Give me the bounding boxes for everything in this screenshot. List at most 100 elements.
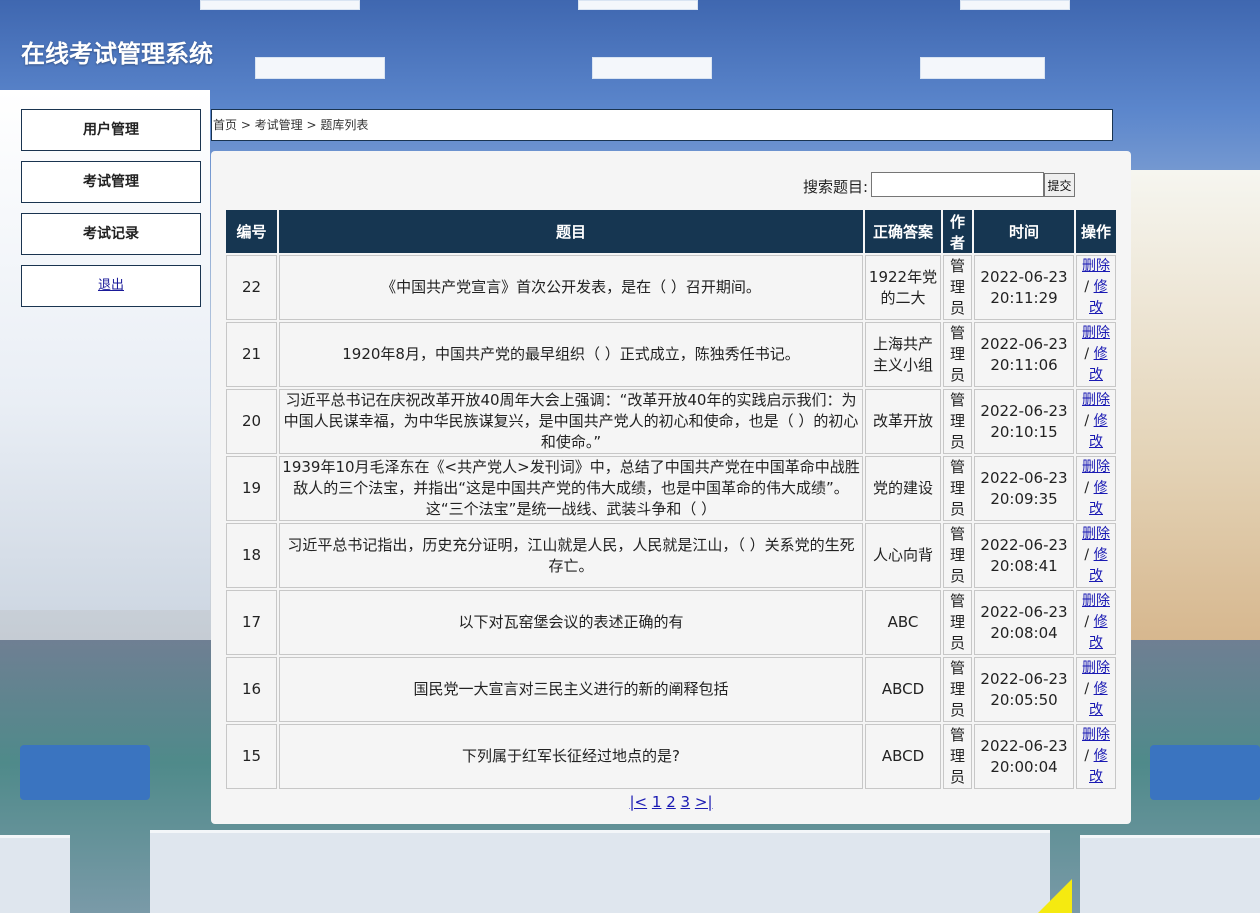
logout-link[interactable]: 退出 — [98, 278, 124, 293]
cell-clock: 20:08:41 — [990, 556, 1058, 575]
cell-answer: 党的建设 — [865, 456, 941, 521]
cell-time: 2022-06-23 20:09:35 — [974, 456, 1074, 521]
site-title: 在线考试管理系统 — [21, 40, 213, 68]
cell-date: 2022-06-23 — [980, 468, 1068, 487]
table-header-row: 编号 题目 正确答案 作者 时间 操作 — [226, 210, 1116, 253]
question-table-wrapper: 编号 题目 正确答案 作者 时间 操作 22 《中国共产党宣言》首次公开发表，是在… — [225, 209, 1117, 790]
cell-time: 2022-06-23 20:05:50 — [974, 657, 1074, 722]
cell-id: 17 — [226, 590, 277, 655]
edit-link[interactable]: 修改 — [1089, 547, 1108, 584]
edit-link[interactable]: 修改 — [1089, 346, 1108, 383]
cell-clock: 20:11:29 — [990, 288, 1058, 307]
cell-author: 管理员 — [943, 389, 972, 454]
ops-separator: / — [1084, 279, 1090, 295]
search-label: 搜索题目: — [803, 178, 869, 196]
table-row: 15 下列属于红军长征经过地点的是? ABCD 管理员 2022-06-23 20:00:… — [226, 724, 1116, 789]
cell-author: 管理员 — [943, 657, 972, 722]
cell-date: 2022-06-23 — [980, 669, 1068, 688]
cell-id: 21 — [226, 322, 277, 387]
cell-id: 15 — [226, 724, 277, 789]
cell-id: 16 — [226, 657, 277, 722]
header-answer: 正确答案 — [865, 210, 941, 253]
sidebar-item-logout[interactable]: 退出 — [21, 265, 201, 307]
main-panel: 搜索题目: 提交 编号 题目 正确答案 作者 时间 操作 22 《中国共产党宣言》… — [211, 151, 1131, 824]
pager-page-1[interactable]: 1 — [652, 793, 662, 811]
table-row: 22 《中国共产党宣言》首次公开发表，是在（ ）召开期间。 1922年党的二大 管理员… — [226, 255, 1116, 320]
cell-answer: ABC — [865, 590, 941, 655]
cell-question: 习近平总书记在庆祝改革开放40周年大会上强调：“改革开放40年的实践启示我们：为… — [279, 389, 863, 454]
table-row: 20 习近平总书记在庆祝改革开放40周年大会上强调：“改革开放40年的实践启示我们… — [226, 389, 1116, 454]
cell-id: 19 — [226, 456, 277, 521]
pager-page-3[interactable]: 3 — [681, 793, 691, 811]
edit-link[interactable]: 修改 — [1089, 614, 1108, 651]
cell-answer: 上海共产主义小组 — [865, 322, 941, 387]
table-row: 21 1920年8月，中国共产党的最早组织（ ）正式成立，陈独秀任书记。 上海共产主… — [226, 322, 1116, 387]
ops-separator: / — [1084, 346, 1090, 362]
question-table: 编号 题目 正确答案 作者 时间 操作 22 《中国共产党宣言》首次公开发表，是在… — [225, 209, 1117, 790]
edit-link[interactable]: 修改 — [1089, 681, 1108, 718]
cell-author: 管理员 — [943, 255, 972, 320]
ops-separator: / — [1084, 614, 1090, 630]
cell-question: 国民党一大宣言对三民主义进行的新的阐释包括 — [279, 657, 863, 722]
breadcrumb: 首页 > 考试管理 > 题库列表 — [211, 109, 1113, 141]
search-input[interactable] — [871, 172, 1044, 197]
cell-question: 《中国共产党宣言》首次公开发表，是在（ ）召开期间。 — [279, 255, 863, 320]
cell-time: 2022-06-23 20:11:06 — [974, 322, 1074, 387]
cell-date: 2022-06-23 — [980, 736, 1068, 755]
cell-ops: 删除 / 修改 — [1076, 456, 1116, 521]
cell-clock: 20:05:50 — [990, 690, 1058, 709]
pager-page-2[interactable]: 2 — [666, 793, 676, 811]
delete-link[interactable]: 删除 — [1082, 392, 1110, 408]
cell-date: 2022-06-23 — [980, 334, 1068, 353]
table-row: 19 1939年10月毛泽东在《<共产党人>发刊词》中，总结了中国共产党在中国革命… — [226, 456, 1116, 521]
sidebar-item-exam-records[interactable]: 考试记录 — [21, 213, 201, 255]
cell-clock: 20:08:04 — [990, 623, 1058, 642]
cell-question: 习近平总书记指出，历史充分证明，江山就是人民，人民就是江山，（ ）关系党的生死存… — [279, 523, 863, 588]
edit-link[interactable]: 修改 — [1089, 413, 1108, 450]
sidebar-item-exam-management[interactable]: 考试管理 — [21, 161, 201, 203]
cell-author: 管理员 — [943, 590, 972, 655]
delete-link[interactable]: 删除 — [1082, 325, 1110, 341]
cell-ops: 删除 / 修改 — [1076, 523, 1116, 588]
sidebar: 用户管理 考试管理 考试记录 退出 — [21, 109, 201, 317]
search-submit-button[interactable]: 提交 — [1044, 173, 1075, 197]
edit-link[interactable]: 修改 — [1089, 279, 1108, 316]
cell-time: 2022-06-23 20:10:15 — [974, 389, 1074, 454]
cell-question: 下列属于红军长征经过地点的是? — [279, 724, 863, 789]
delete-link[interactable]: 删除 — [1082, 258, 1110, 274]
delete-link[interactable]: 删除 — [1082, 660, 1110, 676]
table-row: 17 以下对瓦窑堡会议的表述正确的有 ABC 管理员 2022-06-23 20:08:0… — [226, 590, 1116, 655]
cell-answer: 1922年党的二大 — [865, 255, 941, 320]
edit-link[interactable]: 修改 — [1089, 748, 1108, 785]
delete-link[interactable]: 删除 — [1082, 526, 1110, 542]
cell-clock: 20:10:15 — [990, 422, 1058, 441]
ops-separator: / — [1084, 681, 1090, 697]
cell-ops: 删除 / 修改 — [1076, 322, 1116, 387]
cell-date: 2022-06-23 — [980, 267, 1068, 286]
pager-first[interactable]: |< — [629, 793, 647, 811]
edit-link[interactable]: 修改 — [1089, 480, 1108, 517]
delete-link[interactable]: 删除 — [1082, 459, 1110, 475]
delete-link[interactable]: 删除 — [1082, 727, 1110, 743]
cell-id: 20 — [226, 389, 277, 454]
delete-link[interactable]: 删除 — [1082, 593, 1110, 609]
table-row: 18 习近平总书记指出，历史充分证明，江山就是人民，人民就是江山，（ ）关系党的生… — [226, 523, 1116, 588]
cell-answer: ABCD — [865, 657, 941, 722]
ops-separator: / — [1084, 547, 1090, 563]
cell-question: 以下对瓦窑堡会议的表述正确的有 — [279, 590, 863, 655]
cell-time: 2022-06-23 20:11:29 — [974, 255, 1074, 320]
cell-clock: 20:09:35 — [990, 489, 1058, 508]
cell-author: 管理员 — [943, 456, 972, 521]
ops-separator: / — [1084, 748, 1090, 764]
cell-ops: 删除 / 修改 — [1076, 255, 1116, 320]
pager-last[interactable]: >| — [695, 793, 713, 811]
sidebar-item-user-management[interactable]: 用户管理 — [21, 109, 201, 151]
cell-date: 2022-06-23 — [980, 602, 1068, 621]
cell-ops: 删除 / 修改 — [1076, 724, 1116, 789]
header-author: 作者 — [943, 210, 972, 253]
pagination: |< 1 2 3 >| — [211, 793, 1131, 811]
header-question: 题目 — [279, 210, 863, 253]
cell-time: 2022-06-23 20:08:41 — [974, 523, 1074, 588]
cell-time: 2022-06-23 20:00:04 — [974, 724, 1074, 789]
cell-clock: 20:00:04 — [990, 757, 1058, 776]
